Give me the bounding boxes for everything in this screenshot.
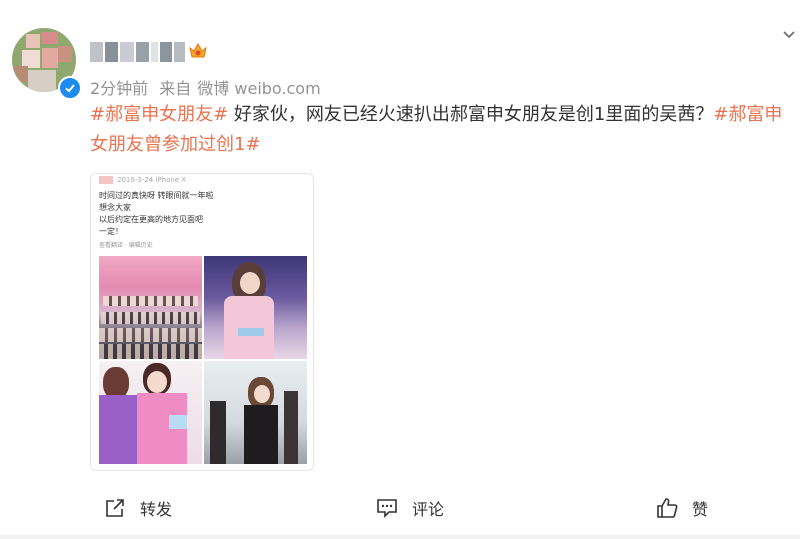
post-time[interactable]: 2分钟前: [90, 79, 148, 98]
source-prefix: 来自: [159, 79, 192, 98]
photo-mall: [204, 361, 307, 464]
comment-label: 评论: [412, 500, 445, 519]
photo-two-girls: [99, 361, 202, 464]
repost-button[interactable]: 转发: [104, 496, 172, 520]
photo-stage-performer: [204, 256, 307, 359]
crown-icon: [189, 42, 207, 58]
thumbs-up-icon: [657, 498, 678, 518]
username[interactable]: [90, 42, 185, 62]
share-icon: [106, 499, 124, 517]
card-text-line: 时间过的真快呀 转眼间就一年啦: [99, 191, 214, 200]
like-button[interactable]: 赞: [656, 496, 708, 520]
card-text-line: 一定！: [99, 227, 123, 236]
post-source: 微博 weibo.com: [197, 79, 321, 98]
post-text: #郝富申女朋友# 好家伙，网友已经火速扒出郝富申女朋友是创1里面的吴茜？#郝富申…: [90, 100, 790, 160]
card-subtext: 查看翻译 · 编辑历史: [99, 242, 153, 249]
chevron-down-icon[interactable]: [782, 28, 796, 42]
card-text-line: 想念大家: [99, 203, 131, 212]
comment-icon: [377, 499, 397, 518]
post-image[interactable]: 2019-3-24 iPhone X 时间过的真快呀 转眼间就一年啦 想念大家 …: [90, 173, 314, 471]
repost-label: 转发: [140, 500, 173, 519]
photo-group-stage: [99, 256, 202, 359]
post-meta: 2分钟前 来自 微博 weibo.com: [90, 75, 327, 99]
like-label: 赞: [692, 500, 709, 519]
post-body: 好家伙，网友已经火速扒出郝富申女朋友是创1里面的吴茜？: [228, 104, 714, 125]
card-text-line: 以后约定在更高的地方见面吧: [99, 215, 203, 224]
action-bar: 转发 评论 赞: [0, 496, 800, 526]
divider: [0, 535, 800, 539]
hashtag-link[interactable]: #郝富申女朋友#: [90, 104, 228, 125]
card-header: 2019-3-24 iPhone X: [99, 176, 186, 184]
comment-button[interactable]: 评论: [376, 496, 444, 520]
verified-badge-icon: [58, 76, 82, 100]
